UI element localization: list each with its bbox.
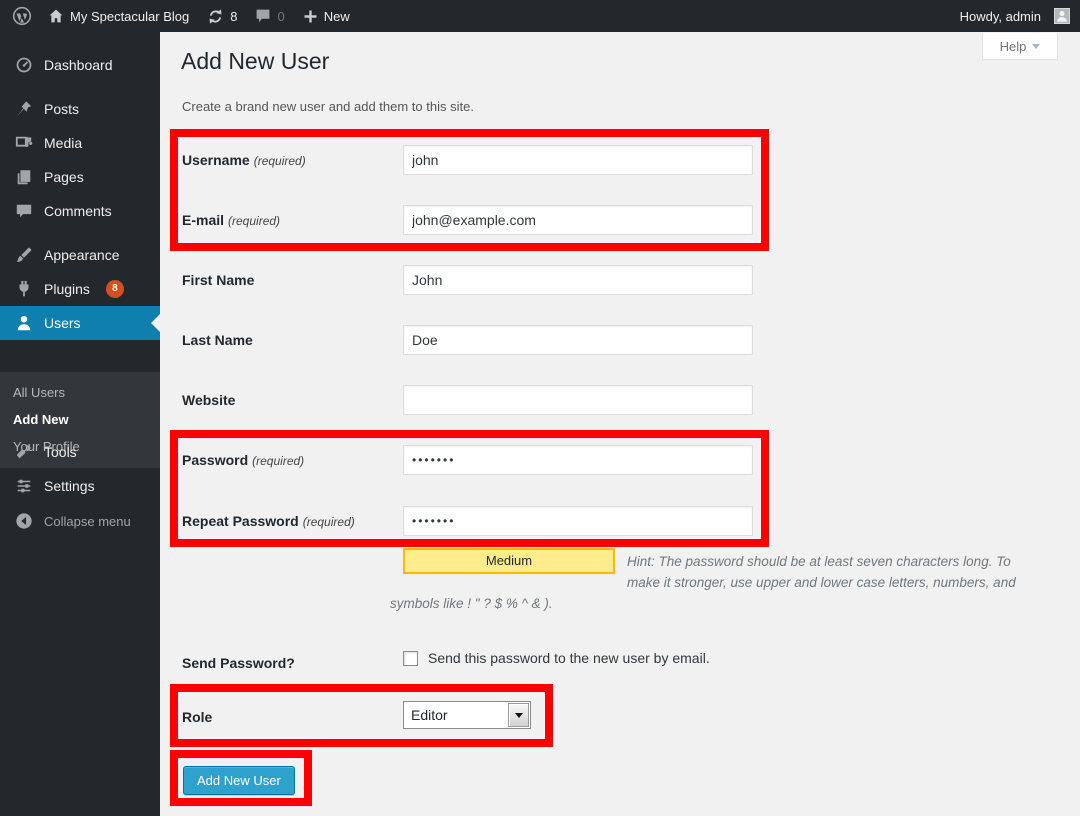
submenu-all-users[interactable]: All Users: [0, 379, 160, 406]
sidebar-item-appearance[interactable]: Appearance: [0, 238, 160, 272]
site-name-link[interactable]: My Spectacular Blog: [39, 0, 198, 32]
password-label: Password(required): [182, 445, 304, 475]
website-field[interactable]: [403, 385, 753, 415]
sidebar-item-label: Users: [44, 315, 81, 331]
help-label: Help: [1000, 39, 1027, 54]
sidebar-item-settings[interactable]: Settings: [0, 469, 160, 503]
required-note: (required): [252, 454, 304, 468]
select-dropdown-button[interactable]: [508, 703, 529, 727]
add-new-user-button[interactable]: Add New User: [183, 766, 295, 795]
sidebar-item-plugins[interactable]: Plugins 8: [0, 272, 160, 306]
posts-icon: [14, 99, 34, 119]
username-label: Username(required): [182, 145, 306, 175]
wordpress-logo-icon: [12, 6, 32, 26]
comments-button[interactable]: 0: [246, 0, 293, 32]
required-note: (required): [228, 214, 280, 228]
role-selected-value: Editor: [404, 707, 508, 723]
website-label: Website: [182, 385, 235, 415]
media-icon: [14, 133, 34, 153]
sidebar-item-comments[interactable]: Comments: [0, 194, 160, 228]
select-arrow-icon: [515, 713, 523, 718]
sidebar-item-label: Comments: [44, 203, 112, 219]
sidebar-item-label: Pages: [44, 169, 84, 185]
sidebar-item-label: Posts: [44, 101, 79, 117]
comment-count: 0: [277, 9, 284, 24]
home-icon: [48, 8, 64, 24]
sidebar-item-label: Tools: [44, 444, 77, 460]
my-account-menu[interactable]: Howdy, admin: [951, 0, 1080, 32]
sidebar-item-label: Media: [44, 135, 82, 151]
sidebar-item-label: Appearance: [44, 247, 120, 263]
page-title: Add New User: [181, 48, 329, 75]
collapse-menu-button[interactable]: Collapse menu: [0, 504, 160, 538]
send-password-checkbox-label: Send this password to the new user by em…: [428, 650, 710, 666]
sidebar-item-media[interactable]: Media: [0, 126, 160, 160]
tools-icon: [14, 442, 34, 462]
site-name-label: My Spectacular Blog: [70, 9, 189, 24]
updates-icon: [207, 8, 224, 25]
howdy-label: Howdy, admin: [960, 9, 1041, 24]
dashboard-icon: [14, 55, 34, 75]
admin-bar: My Spectacular Blog 8 0 New Howdy, admin: [0, 0, 1080, 32]
sidebar-item-label: Settings: [44, 478, 95, 494]
send-password-row: Send this password to the new user by em…: [403, 650, 710, 666]
pages-icon: [14, 167, 34, 187]
first-name-label: First Name: [182, 265, 254, 295]
required-note: (required): [254, 154, 306, 168]
send-password-label: Send Password?: [182, 648, 295, 678]
collapse-menu-label: Collapse menu: [44, 514, 131, 529]
wordpress-logo-button[interactable]: [0, 0, 39, 32]
chevron-down-icon: [1032, 44, 1040, 49]
last-name-label: Last Name: [182, 325, 253, 355]
new-label: New: [324, 9, 350, 24]
help-button[interactable]: Help: [982, 33, 1058, 60]
password-field[interactable]: [403, 445, 753, 475]
repeat-password-label: Repeat Password(required): [182, 506, 355, 536]
settings-icon: [14, 476, 34, 496]
plus-icon: [303, 9, 318, 24]
admin-sidebar: Dashboard Posts Media Pages Comments App…: [0, 32, 160, 816]
update-count: 8: [230, 9, 237, 24]
sidebar-item-posts[interactable]: Posts: [0, 92, 160, 126]
sidebar-item-label: Plugins: [44, 281, 90, 297]
send-password-checkbox[interactable]: [403, 651, 418, 666]
first-name-field[interactable]: [403, 265, 753, 295]
collapse-icon: [14, 511, 34, 531]
role-select[interactable]: Editor: [403, 701, 531, 729]
plugins-icon: [14, 279, 34, 299]
sidebar-item-label: Dashboard: [44, 57, 113, 73]
role-label: Role: [182, 702, 212, 732]
new-content-button[interactable]: New: [294, 0, 359, 32]
repeat-password-field[interactable]: [403, 506, 753, 536]
users-icon: [14, 313, 34, 333]
required-note: (required): [303, 515, 355, 529]
email-label: E-mail(required): [182, 205, 280, 235]
password-hint: Hint: The password should be at least se…: [390, 551, 1038, 614]
sidebar-item-users[interactable]: Users: [0, 306, 160, 340]
comments-icon: [14, 201, 34, 221]
username-field[interactable]: [403, 145, 753, 175]
sidebar-item-pages[interactable]: Pages: [0, 160, 160, 194]
email-field[interactable]: [403, 205, 753, 235]
sidebar-item-dashboard[interactable]: Dashboard: [0, 48, 160, 82]
hint-float-spacer: [390, 551, 627, 581]
avatar: [1054, 8, 1070, 24]
page-description: Create a brand new user and add them to …: [182, 99, 474, 114]
submenu-add-new[interactable]: Add New: [0, 406, 160, 433]
sidebar-item-tools[interactable]: Tools: [0, 435, 160, 469]
last-name-field[interactable]: [403, 325, 753, 355]
comments-bubble-icon: [255, 8, 271, 24]
updates-button[interactable]: 8: [198, 0, 246, 32]
plugins-update-badge: 8: [106, 280, 124, 298]
appearance-icon: [14, 245, 34, 265]
